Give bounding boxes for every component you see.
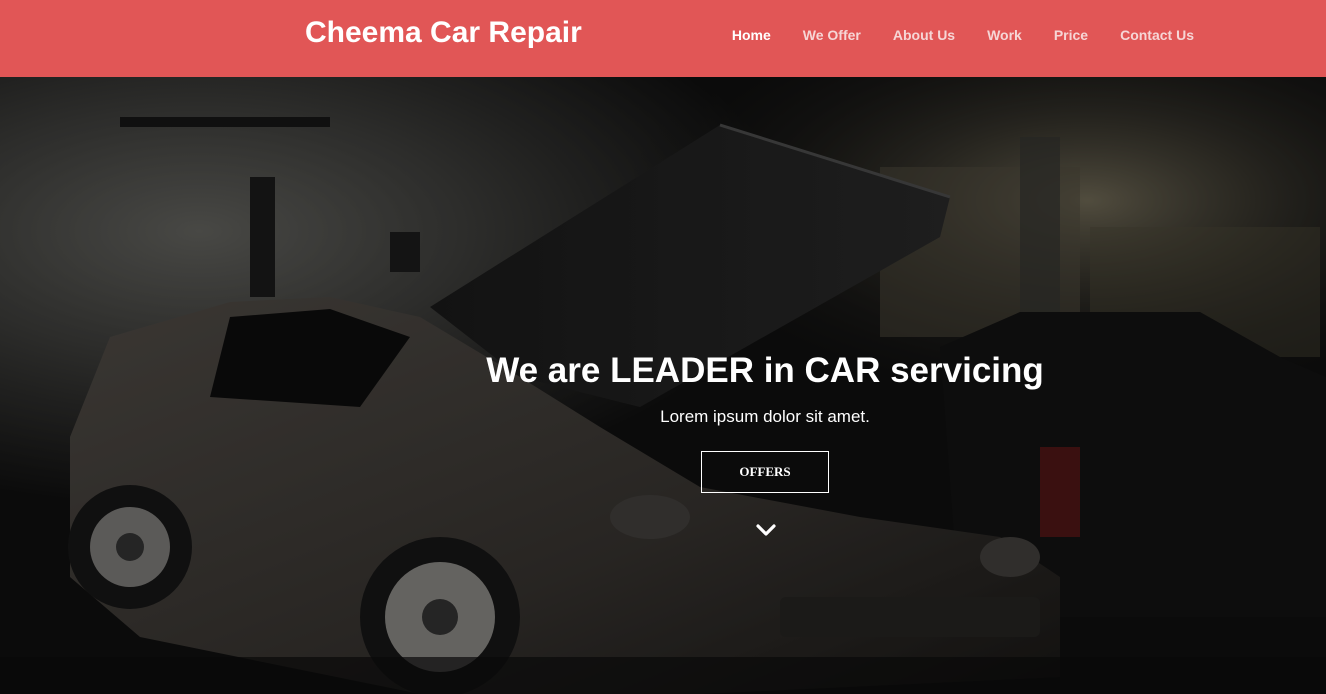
- nav-item-about-us[interactable]: About Us: [877, 27, 971, 43]
- navbar: Cheema Car Repair Home We Offer About Us…: [0, 0, 1326, 77]
- hero-subtitle: Lorem ipsum dolor sit amet.: [660, 407, 870, 426]
- hero-section: We are LEADER in CAR servicing Lorem ips…: [0, 77, 1326, 694]
- nav-item-home[interactable]: Home: [716, 27, 787, 43]
- nav-item-we-offer[interactable]: We Offer: [787, 27, 877, 43]
- brand-title[interactable]: Cheema Car Repair: [305, 16, 582, 50]
- nav-item-contact-us[interactable]: Contact Us: [1104, 27, 1210, 43]
- nav-item-work[interactable]: Work: [971, 27, 1038, 43]
- nav-item-price[interactable]: Price: [1038, 27, 1104, 43]
- hero-title: We are LEADER in CAR servicing: [486, 351, 1044, 390]
- offers-button[interactable]: OFFERS: [701, 451, 829, 493]
- main-nav: Home We Offer About Us Work Price Contac…: [716, 27, 1210, 43]
- chevron-down-icon[interactable]: [755, 521, 777, 539]
